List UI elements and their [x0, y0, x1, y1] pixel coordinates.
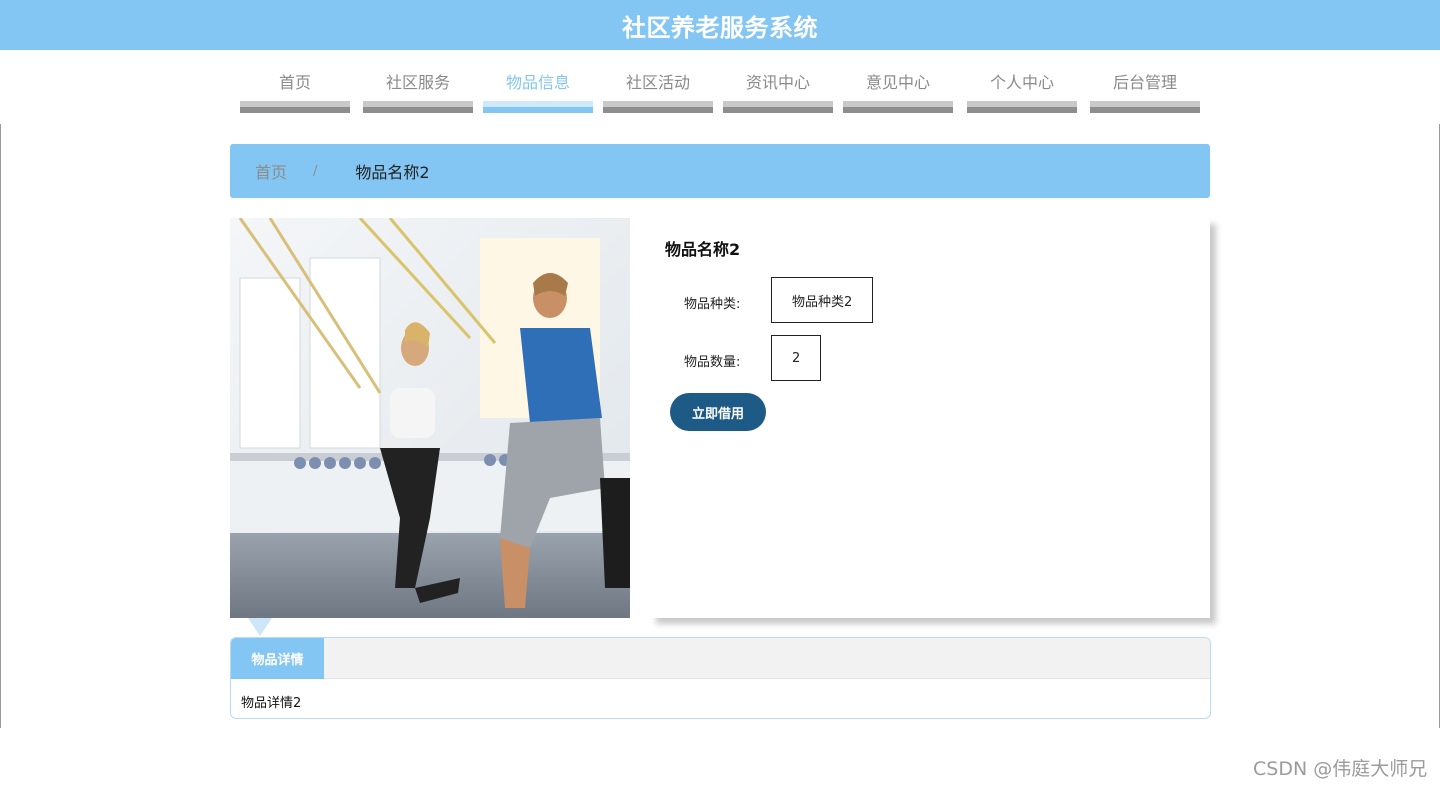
nav-underline [603, 101, 713, 113]
nav-item-community-service[interactable]: 社区服务 [363, 66, 473, 113]
nav-underline [483, 101, 593, 113]
header-bar: 社区养老服务系统 [0, 0, 1440, 50]
nav-label: 意见中心 [865, 73, 930, 92]
frame-border-left [0, 124, 1, 728]
nav-underline [240, 101, 350, 113]
nav-item-item-info[interactable]: 物品信息 [483, 66, 593, 113]
fitness-photo-illustration [230, 218, 630, 618]
nav-item-personal-center[interactable]: 个人中心 [967, 66, 1077, 113]
nav-item-news-center[interactable]: 资讯中心 [723, 66, 833, 113]
tab-item-details[interactable]: 物品详情 [231, 638, 324, 679]
nav-item-feedback-center[interactable]: 意见中心 [843, 66, 953, 113]
main-nav: 首页 社区服务 物品信息 社区活动 资讯中心 意见中心 个人中心 后台管理 [240, 66, 1200, 114]
product-info-card: 物品名称2 物品种类: 物品种类2 物品数量: 2 立即借用 [650, 218, 1210, 618]
tab-pointer-arrow [248, 618, 272, 636]
app-title: 社区养老服务系统 [622, 13, 818, 42]
breadcrumb-current: 物品名称2 [355, 163, 430, 182]
breadcrumb-home-link[interactable]: 首页 [255, 159, 287, 183]
nav-label: 首页 [278, 73, 311, 92]
product-photo [230, 218, 630, 618]
nav-item-home[interactable]: 首页 [240, 66, 350, 113]
quantity-value: 2 [771, 335, 822, 381]
nav-label: 后台管理 [1112, 73, 1177, 92]
tab-strip: 物品详情 [231, 638, 1210, 679]
nav-underline [843, 101, 953, 113]
nav-label: 社区活动 [625, 73, 690, 92]
category-value: 物品种类2 [771, 277, 874, 323]
nav-label: 物品信息 [505, 73, 570, 92]
nav-label: 个人中心 [989, 73, 1054, 92]
nav-underline [1090, 101, 1200, 113]
nav-label: 社区服务 [385, 73, 450, 92]
breadcrumb-separator: / [313, 163, 318, 179]
nav-underline [967, 101, 1077, 113]
category-label: 物品种类: [684, 297, 741, 312]
nav-underline [723, 101, 833, 113]
nav-label: 资讯中心 [745, 73, 810, 92]
nav-item-admin[interactable]: 后台管理 [1090, 66, 1200, 113]
quantity-label: 物品数量: [684, 355, 741, 370]
details-content: 物品详情2 [241, 696, 302, 711]
watermark: CSDN @伟庭大师兄 [1253, 758, 1428, 780]
product-title: 物品名称2 [665, 240, 741, 259]
page: 社区养老服务系统 首页 社区服务 物品信息 社区活动 资讯中心 意见中心 个人中… [0, 0, 1440, 785]
borrow-now-button[interactable]: 立即借用 [670, 393, 766, 431]
nav-underline [363, 101, 473, 113]
details-panel: 物品详情 物品详情2 [230, 637, 1211, 719]
nav-item-community-activity[interactable]: 社区活动 [603, 66, 713, 113]
breadcrumb: 首页 / 物品名称2 [230, 144, 1210, 198]
